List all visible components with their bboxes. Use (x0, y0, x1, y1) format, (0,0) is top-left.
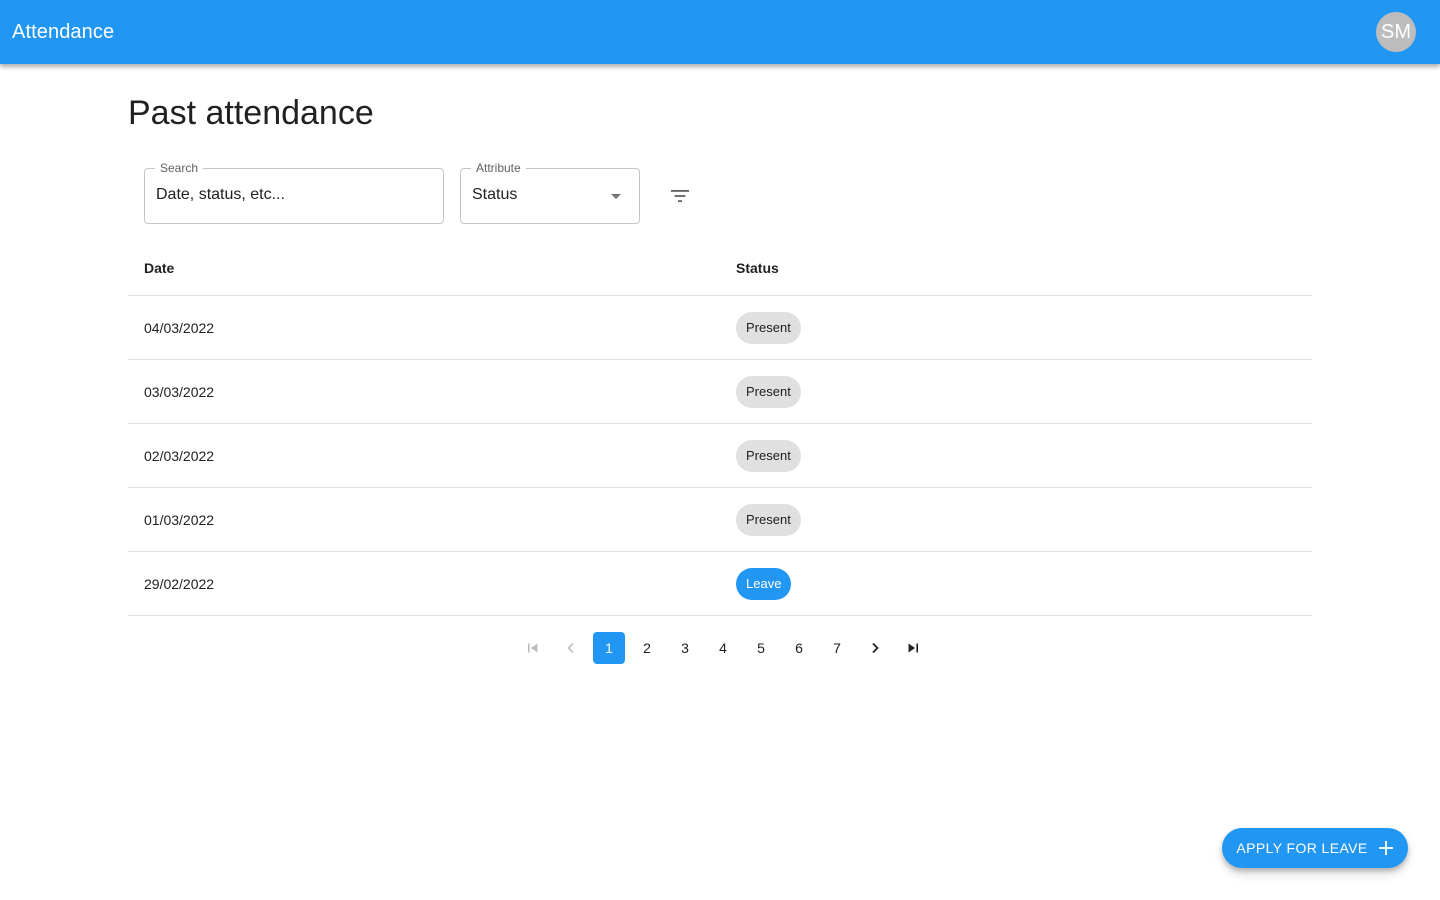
filter-list-icon (671, 190, 689, 202)
status-cell: Present (720, 311, 1312, 344)
attribute-label: Attribute (471, 161, 526, 175)
dropdown-arrow-icon (611, 194, 621, 199)
column-header-status[interactable]: Status (720, 260, 1312, 276)
table-row[interactable]: 04/03/2022 Present (128, 296, 1312, 360)
date-cell: 03/03/2022 (144, 383, 215, 400)
status-cell: Present (720, 503, 1312, 536)
search-placeholder: Date, status, etc... (156, 186, 285, 203)
table-row[interactable]: 29/02/2022 Leave (128, 552, 1312, 616)
app-title: Attendance (12, 20, 115, 43)
pagination: 1234567 (514, 632, 932, 664)
attribute-select[interactable]: Attribute Status (460, 161, 640, 224)
status-badge: Present (736, 311, 801, 344)
page-title: Past attendance (128, 94, 374, 132)
page-button[interactable]: 4 (707, 632, 739, 664)
search-input[interactable]: Search Date, status, etc... (144, 161, 444, 224)
page-button[interactable]: 2 (631, 632, 663, 664)
date-cell: 01/03/2022 (144, 511, 215, 528)
attribute-value: Status (472, 186, 518, 203)
first-page-button[interactable] (517, 632, 549, 664)
status-cell: Leave (720, 567, 1312, 600)
attendance-table: Date Status 04/03/2022 Present 03/03/2022 P… (128, 240, 1312, 616)
next-page-button[interactable] (859, 632, 891, 664)
table-row[interactable]: 03/03/2022 Present (128, 360, 1312, 424)
table-body: 04/03/2022 Present 03/03/2022 Present 02/03/… (128, 296, 1312, 616)
search-label: Search (155, 161, 204, 175)
app-bar: Attendance SM (0, 0, 1440, 64)
page-number-list: 1234567 (590, 632, 856, 664)
avatar[interactable]: SM (1376, 12, 1416, 52)
status-badge: Leave (736, 567, 792, 600)
table-row[interactable]: 02/03/2022 Present (128, 424, 1312, 488)
status-badge: Present (736, 375, 801, 408)
page-button[interactable]: 3 (669, 632, 701, 664)
chevron-right-icon (872, 642, 879, 654)
page-button[interactable]: 1 (593, 632, 625, 664)
page-button[interactable]: 7 (821, 632, 853, 664)
status-cell: Present (720, 439, 1312, 472)
page-button[interactable]: 5 (745, 632, 777, 664)
first-page-icon (528, 643, 538, 653)
table-row[interactable]: 01/03/2022 Present (128, 488, 1312, 552)
filter-button[interactable] (664, 180, 696, 212)
column-header-date[interactable]: Date (128, 260, 720, 276)
date-cell: 02/03/2022 (144, 447, 215, 464)
status-badge: Present (736, 503, 801, 536)
date-cell: 29/02/2022 (144, 575, 215, 592)
chevron-left-icon (567, 642, 574, 654)
apply-for-leave-button[interactable]: APPLY FOR LEAVE (1222, 828, 1408, 868)
status-cell: Present (720, 375, 1312, 408)
status-badge: Present (736, 439, 801, 472)
page-button[interactable]: 6 (783, 632, 815, 664)
last-page-button[interactable] (897, 632, 929, 664)
table-header: Date Status (128, 240, 1312, 296)
apply-for-leave-label: APPLY FOR LEAVE (1236, 840, 1368, 856)
date-cell: 04/03/2022 (144, 319, 215, 336)
plus-icon (1378, 841, 1393, 855)
previous-page-button[interactable] (555, 632, 587, 664)
last-page-icon (908, 643, 918, 653)
